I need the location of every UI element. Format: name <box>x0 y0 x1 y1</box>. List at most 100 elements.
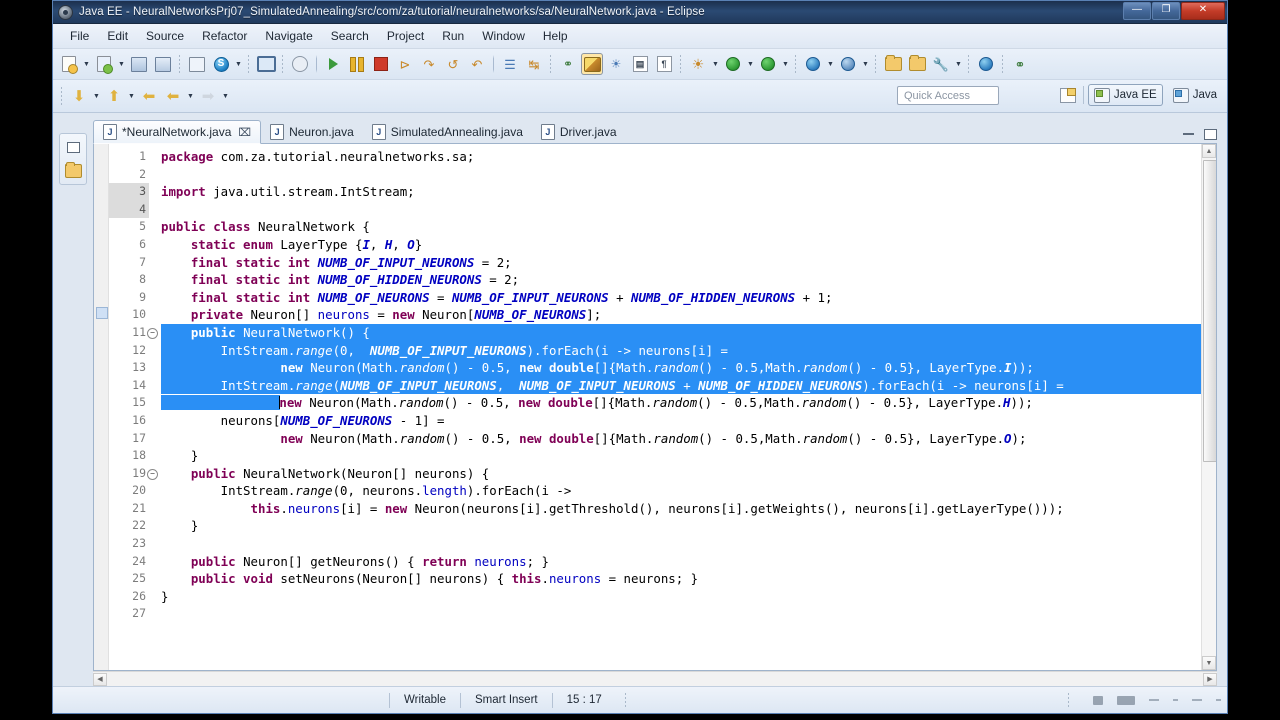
toolbar2-handle <box>60 86 64 106</box>
save-all-icon[interactable] <box>152 53 174 75</box>
toolbar-separator-5 <box>679 54 683 74</box>
run-on-server-icon[interactable] <box>802 53 824 75</box>
menu-window[interactable]: Window <box>473 26 534 46</box>
toggle-block-selection-icon[interactable] <box>581 53 603 75</box>
editor-tab-bar: J *NeuralNetwork.java ⌧ J Neuron.java J … <box>93 117 1221 144</box>
menu-search[interactable]: Search <box>322 26 378 46</box>
forward-icon[interactable]: ➡ <box>197 85 219 107</box>
debug-dropdown-icon[interactable]: ▼ <box>710 53 721 75</box>
toolbar-separator-4 <box>549 54 553 74</box>
run-on-server-dropdown-icon[interactable]: ▼ <box>825 53 836 75</box>
code-line: final static int NUMB_OF_HIDDEN_NEURONS … <box>190 272 520 288</box>
new-web-dropdown-icon[interactable]: ▼ <box>860 53 871 75</box>
annotation-ruler[interactable] <box>94 144 109 670</box>
open-perspective-button[interactable] <box>1057 84 1079 106</box>
open-folder-icon[interactable] <box>906 53 928 75</box>
format-lines-icon[interactable]: ☰ <box>499 53 521 75</box>
tab-close-icon[interactable]: ⌧ <box>238 126 251 139</box>
external-tools-icon[interactable]: 🔧 <box>930 53 952 75</box>
perspective-java[interactable]: Java <box>1167 84 1223 106</box>
toggle-mark-occurrences-icon[interactable]: ⚭ <box>557 53 579 75</box>
maximize-button[interactable]: ❐ <box>1152 2 1180 20</box>
vertical-scroll-thumb[interactable] <box>1203 160 1216 462</box>
quick-access-input[interactable]: Quick Access <box>897 86 999 105</box>
back-dropdown-icon[interactable]: ▼ <box>185 85 196 107</box>
print-icon[interactable] <box>186 53 208 75</box>
forward-dropdown-icon[interactable]: ▼ <box>220 85 231 107</box>
close-button[interactable]: ✕ <box>1181 2 1225 20</box>
scroll-left-icon[interactable]: ◀ <box>93 672 107 686</box>
resume-icon[interactable] <box>322 53 344 75</box>
open-type-icon[interactable]: ☀ <box>605 53 627 75</box>
tab-neuralnetwork-java[interactable]: J *NeuralNetwork.java ⌧ <box>93 120 262 144</box>
new-wizard-icon[interactable] <box>58 53 80 75</box>
menu-edit[interactable]: Edit <box>98 26 137 46</box>
menu-refactor[interactable]: Refactor <box>193 26 256 46</box>
run-last-icon[interactable] <box>757 53 779 75</box>
show-whitespace-icon[interactable]: ¶ <box>653 53 675 75</box>
search-dropdown-icon[interactable]: ▼ <box>233 53 244 75</box>
open-task-icon[interactable]: ▤ <box>629 53 651 75</box>
new-dynamic-web-project-icon[interactable] <box>837 53 859 75</box>
previous-annotation-icon[interactable]: ⬆ <box>103 85 125 107</box>
step-return-icon[interactable]: ↶ <box>466 53 488 75</box>
menu-run[interactable]: Run <box>433 26 473 46</box>
menu-navigate[interactable]: Navigate <box>256 26 321 46</box>
menu-project[interactable]: Project <box>378 26 433 46</box>
line-number: 24 <box>132 553 146 568</box>
scroll-up-icon[interactable]: ▲ <box>1202 144 1216 158</box>
tab-driver-java[interactable]: J Driver.java <box>532 121 626 143</box>
run-icon[interactable] <box>722 53 744 75</box>
disconnect-icon[interactable]: ⊳ <box>394 53 416 75</box>
next-annotation-dropdown-icon[interactable]: ▼ <box>91 85 102 107</box>
open-browser-icon[interactable] <box>975 53 997 75</box>
line-number: 14 <box>132 377 146 392</box>
terminate-icon[interactable] <box>370 53 392 75</box>
run-last-dropdown-icon[interactable]: ▼ <box>780 53 791 75</box>
step-over-icon[interactable]: ↺ <box>442 53 464 75</box>
previous-annotation-dropdown-icon[interactable]: ▼ <box>126 85 137 107</box>
last-edit-location-icon[interactable]: ⬅ <box>138 85 160 107</box>
menu-source[interactable]: Source <box>137 26 193 46</box>
line-number: 7 <box>139 254 146 269</box>
search-icon[interactable]: S <box>210 53 232 75</box>
maximize-editor-icon[interactable] <box>1203 125 1221 140</box>
new-java-project-icon[interactable] <box>93 53 115 75</box>
suspend-icon[interactable] <box>346 53 368 75</box>
perspective-java-label: Java <box>1192 89 1217 101</box>
perspective-divider <box>1082 86 1084 104</box>
skip-breakpoints-icon[interactable] <box>289 53 311 75</box>
back-icon[interactable]: ⬅ <box>162 85 184 107</box>
open-console-icon[interactable] <box>255 53 277 75</box>
open-resource-icon[interactable] <box>882 53 904 75</box>
new-java-project-dropdown-icon[interactable]: ▼ <box>116 53 127 75</box>
step-into-icon[interactable]: ↷ <box>418 53 440 75</box>
step-filters-icon[interactable]: ↹ <box>523 53 545 75</box>
perspective-java-ee[interactable]: Java EE <box>1087 84 1163 106</box>
profile-icon[interactable]: ⚭ <box>1009 53 1031 75</box>
scroll-right-icon[interactable]: ▶ <box>1203 672 1217 686</box>
maximize-icon: ❐ <box>1161 4 1171 15</box>
editor-vertical-scrollbar[interactable]: ▲ ▼ <box>1201 144 1216 670</box>
save-icon[interactable] <box>128 53 150 75</box>
menu-file[interactable]: File <box>61 26 98 46</box>
debug-icon[interactable]: ☀ <box>687 53 709 75</box>
minimize-editor-icon[interactable] <box>1181 128 1195 140</box>
perspective-java-ee-label: Java EE <box>1113 89 1157 101</box>
minimize-button[interactable]: — <box>1123 2 1151 20</box>
project-explorer-icon[interactable] <box>63 161 83 181</box>
line-number-ruler: 1 2 3 4 5 6 7 8 9 10 11− 12 13 14 15 16 <box>109 144 158 670</box>
code-text-area[interactable]: package com.za.tutorial.neuralnetworks.s… <box>149 144 1216 670</box>
code-editor[interactable]: 1 2 3 4 5 6 7 8 9 10 11− 12 13 14 15 16 <box>93 144 1217 671</box>
tab-neuron-java[interactable]: J Neuron.java <box>261 121 363 143</box>
restore-view-icon[interactable] <box>63 137 84 157</box>
new-wizard-dropdown-icon[interactable]: ▼ <box>81 53 92 75</box>
editor-horizontal-scrollbar[interactable]: ◀ ▶ <box>93 671 1217 686</box>
menu-help[interactable]: Help <box>534 26 577 46</box>
next-annotation-icon[interactable]: ⬇ <box>68 85 90 107</box>
tab-simulatedannealing-java[interactable]: J SimulatedAnnealing.java <box>363 121 532 143</box>
scroll-down-icon[interactable]: ▼ <box>1202 656 1216 670</box>
external-tools-dropdown-icon[interactable]: ▼ <box>953 53 964 75</box>
run-dropdown-icon[interactable]: ▼ <box>745 53 756 75</box>
